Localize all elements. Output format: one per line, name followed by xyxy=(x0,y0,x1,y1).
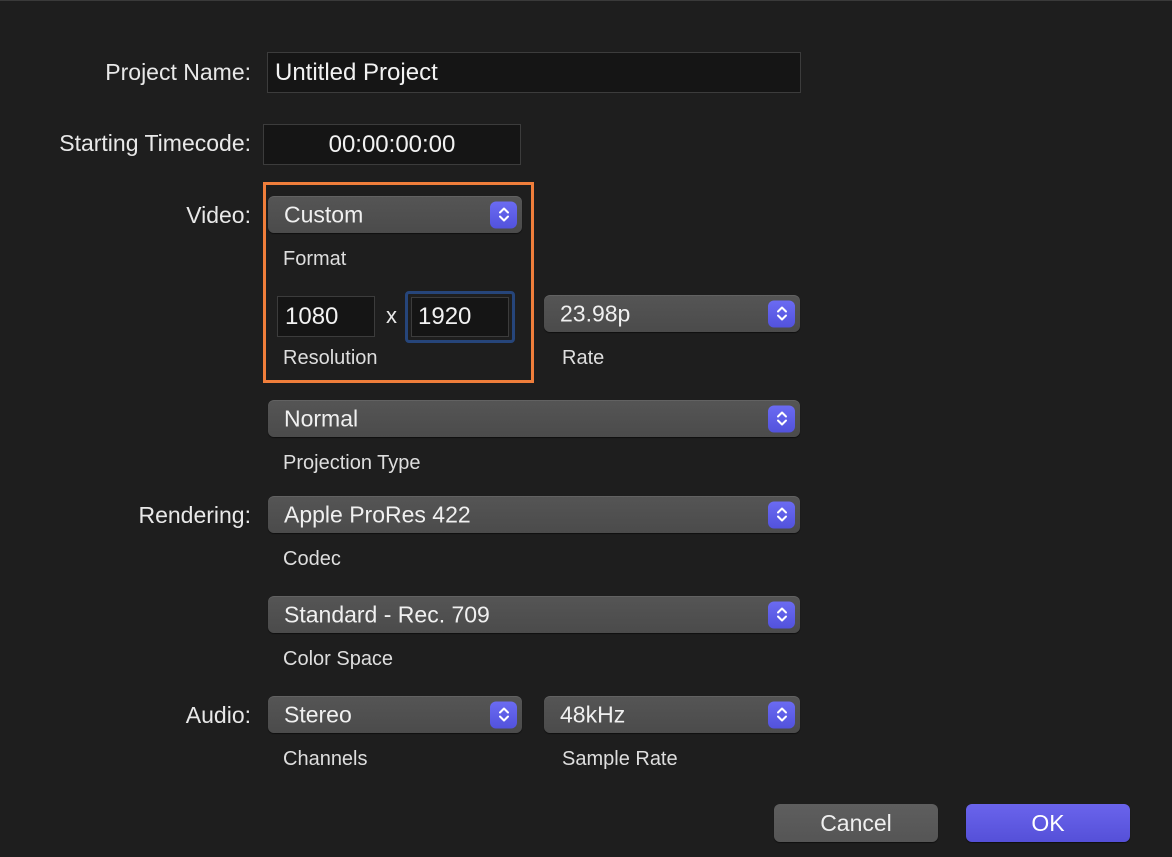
channels-popup[interactable]: Stereo xyxy=(268,696,522,733)
rate-sublabel: Rate xyxy=(562,347,605,369)
resolution-width-value: 1080 xyxy=(285,302,339,330)
resolution-height-field[interactable]: 1920 xyxy=(411,297,509,337)
rate-value: 23.98p xyxy=(560,300,631,326)
starting-timecode-value: 00:00:00:00 xyxy=(328,130,456,158)
chevron-up-down-icon xyxy=(490,201,517,228)
codec-value: Apple ProRes 422 xyxy=(284,501,471,527)
chevron-up-down-icon xyxy=(768,601,795,628)
resolution-width-field[interactable]: 1080 xyxy=(277,296,375,337)
starting-timecode-field[interactable]: 00:00:00:00 xyxy=(263,124,521,165)
sample-rate-popup[interactable]: 48kHz xyxy=(544,696,800,733)
project-name-value: Untitled Project xyxy=(275,58,438,86)
video-label: Video: xyxy=(186,202,251,228)
codec-sublabel: Codec xyxy=(283,548,341,570)
resolution-separator: x xyxy=(386,303,397,328)
cancel-button[interactable]: Cancel xyxy=(774,804,938,842)
format-sublabel: Format xyxy=(283,248,347,270)
project-name-field[interactable]: Untitled Project xyxy=(267,52,801,93)
project-name-label: Project Name: xyxy=(105,59,251,85)
rate-popup[interactable]: 23.98p xyxy=(544,295,800,332)
ok-button-label: OK xyxy=(1031,809,1065,836)
sample-rate-value: 48kHz xyxy=(560,701,626,727)
projection-type-value: Normal xyxy=(284,405,359,431)
chevron-up-down-icon xyxy=(768,405,795,432)
codec-popup[interactable]: Apple ProRes 422 xyxy=(268,496,800,533)
cancel-button-label: Cancel xyxy=(820,809,892,836)
chevron-up-down-icon xyxy=(768,300,795,327)
resolution-sublabel: Resolution xyxy=(283,347,378,369)
resolution-height-value: 1920 xyxy=(418,303,472,330)
sample-rate-sublabel: Sample Rate xyxy=(562,748,678,770)
channels-sublabel: Channels xyxy=(283,748,368,770)
color-space-sublabel: Color Space xyxy=(283,648,394,670)
color-space-popup[interactable]: Standard - Rec. 709 xyxy=(268,596,800,633)
color-space-value: Standard - Rec. 709 xyxy=(284,601,490,627)
new-project-dialog: Project Name: Untitled Project Starting … xyxy=(0,0,1172,857)
channels-value: Stereo xyxy=(284,701,352,727)
starting-timecode-label: Starting Timecode: xyxy=(59,130,251,156)
projection-type-sublabel: Projection Type xyxy=(283,452,421,474)
rendering-label: Rendering: xyxy=(138,502,251,528)
projection-type-popup[interactable]: Normal xyxy=(268,400,800,437)
chevron-up-down-icon xyxy=(490,701,517,728)
chevron-up-down-icon xyxy=(768,501,795,528)
chevron-up-down-icon xyxy=(768,701,795,728)
format-value: Custom xyxy=(284,201,364,227)
format-popup[interactable]: Custom xyxy=(268,196,522,233)
ok-button[interactable]: OK xyxy=(966,804,1130,842)
audio-label: Audio: xyxy=(185,702,251,728)
